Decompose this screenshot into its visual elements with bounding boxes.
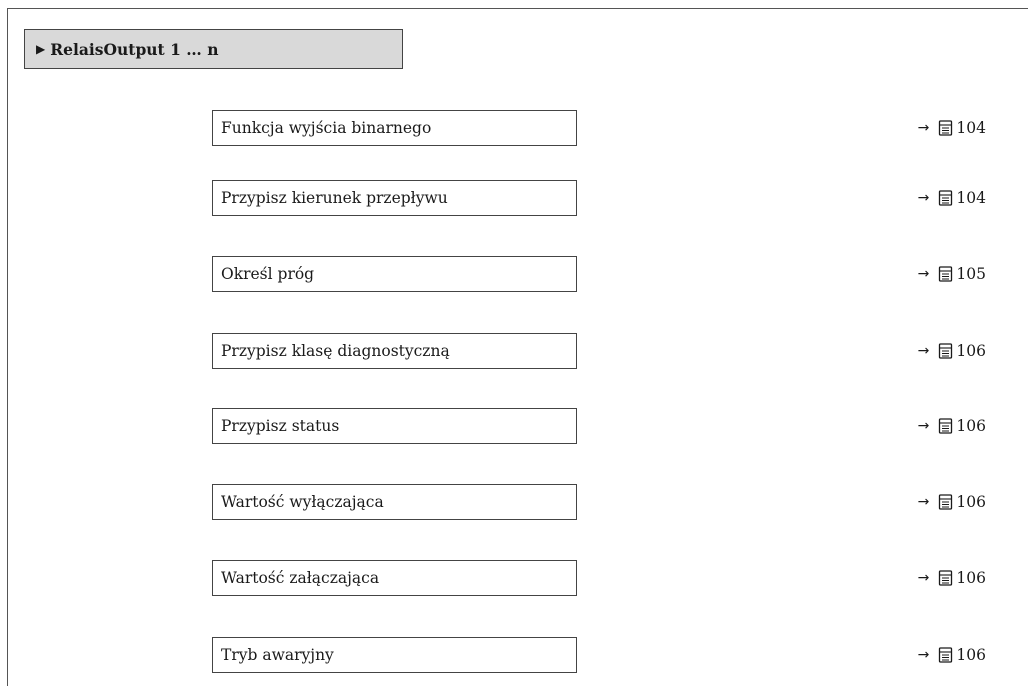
page-number: 106	[956, 417, 986, 435]
parameter-box[interactable]: Przypisz klasę diagnostyczną	[212, 333, 577, 369]
parameter-row[interactable]: Przypisz status → 106	[212, 408, 986, 444]
book-icon	[938, 120, 953, 136]
parameter-box[interactable]: Tryb awaryjny	[212, 637, 577, 673]
parameter-row[interactable]: Wartość załączająca → 106	[212, 560, 986, 596]
book-icon	[938, 266, 953, 282]
submenu-title: RelaisOutput 1 … n	[50, 39, 219, 59]
page-number: 106	[956, 342, 986, 360]
parameter-label: Wartość wyłączająca	[221, 493, 384, 511]
book-icon	[938, 343, 953, 359]
right-arrow-icon: →	[917, 120, 930, 136]
page-reference[interactable]: → 106	[918, 560, 986, 596]
page-number: 104	[956, 189, 986, 207]
page-reference[interactable]: → 104	[918, 110, 986, 146]
book-icon	[938, 190, 953, 206]
book-icon	[938, 647, 953, 663]
page-reference[interactable]: → 106	[918, 484, 986, 520]
page-reference[interactable]: → 104	[918, 180, 986, 216]
page-number: 104	[956, 119, 986, 137]
page-reference[interactable]: → 105	[918, 256, 986, 292]
parameter-box[interactable]: Przypisz status	[212, 408, 577, 444]
parameter-row[interactable]: Przypisz kierunek przepływu → 104	[212, 180, 986, 216]
parameter-label: Tryb awaryjny	[221, 646, 334, 664]
right-arrow-icon: →	[917, 266, 930, 282]
parameter-label: Funkcja wyjścia binarnego	[221, 119, 432, 137]
right-arrow-icon: →	[917, 418, 930, 434]
page-reference[interactable]: → 106	[918, 637, 986, 673]
book-icon	[938, 494, 953, 510]
page-number: 105	[956, 265, 986, 283]
parameter-row[interactable]: Wartość wyłączająca → 106	[212, 484, 986, 520]
right-arrow-icon: →	[917, 494, 930, 510]
parameter-label: Określ próg	[221, 265, 315, 283]
page-reference[interactable]: → 106	[918, 408, 986, 444]
page-number: 106	[956, 493, 986, 511]
book-icon	[938, 418, 953, 434]
parameter-box[interactable]: Określ próg	[212, 256, 577, 292]
right-arrow-icon: →	[917, 190, 930, 206]
parameter-label: Przypisz status	[221, 417, 340, 435]
parameter-box[interactable]: Przypisz kierunek przepływu	[212, 180, 577, 216]
parameter-label: Przypisz klasę diagnostyczną	[221, 342, 450, 360]
parameter-box[interactable]: Wartość wyłączająca	[212, 484, 577, 520]
triangle-right-icon: ▶	[36, 42, 46, 56]
page-number: 106	[956, 569, 986, 587]
right-arrow-icon: →	[917, 647, 930, 663]
parameter-label: Przypisz kierunek przepływu	[221, 189, 448, 207]
right-arrow-icon: →	[917, 343, 930, 359]
submenu-header[interactable]: ▶ RelaisOutput 1 … n	[24, 29, 403, 69]
parameter-row[interactable]: Tryb awaryjny → 106	[212, 637, 986, 673]
parameter-label: Wartość załączająca	[221, 569, 380, 587]
book-icon	[938, 570, 953, 586]
parameter-box[interactable]: Wartość załączająca	[212, 560, 577, 596]
parameter-row[interactable]: Określ próg → 105	[212, 256, 986, 292]
page-number: 106	[956, 646, 986, 664]
parameter-box[interactable]: Funkcja wyjścia binarnego	[212, 110, 577, 146]
right-arrow-icon: →	[917, 570, 930, 586]
page-reference[interactable]: → 106	[918, 333, 986, 369]
parameter-row[interactable]: Funkcja wyjścia binarnego → 104	[212, 110, 986, 146]
parameter-row[interactable]: Przypisz klasę diagnostyczną → 106	[212, 333, 986, 369]
